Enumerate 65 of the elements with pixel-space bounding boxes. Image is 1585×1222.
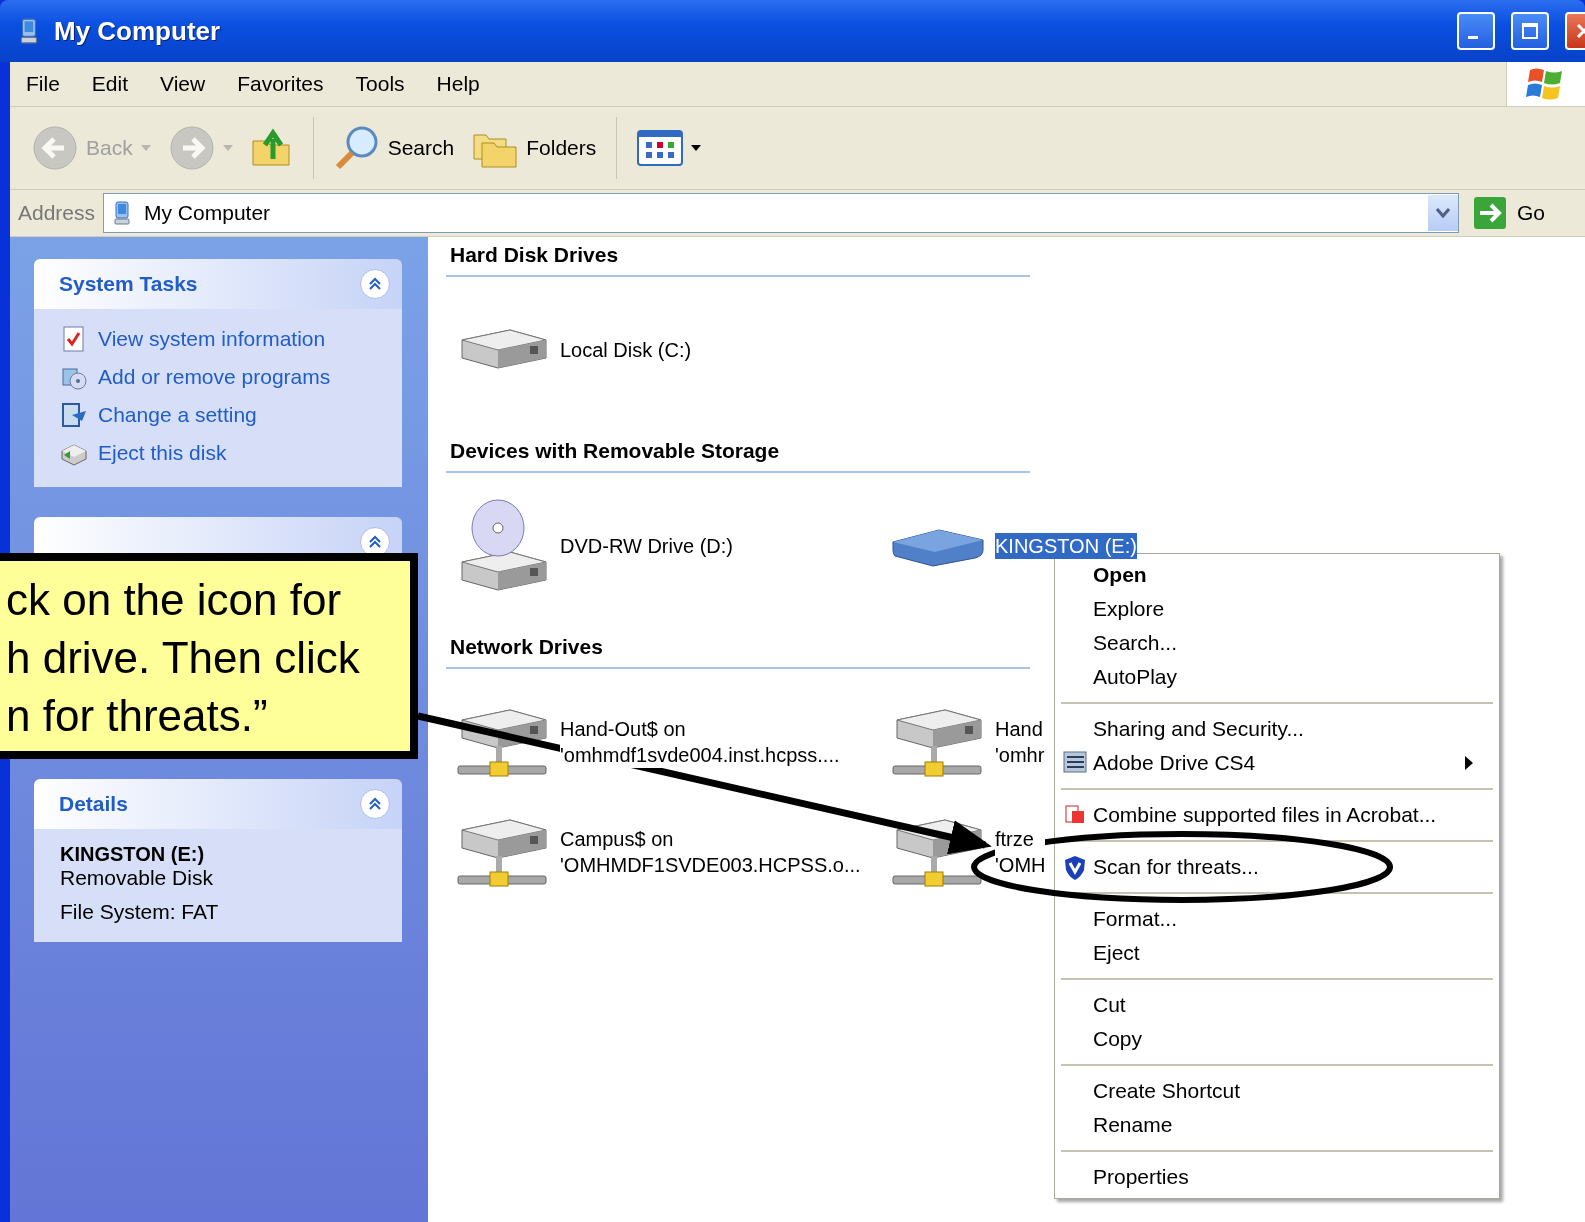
shield-icon	[1063, 855, 1087, 881]
chevron-icon	[1436, 208, 1450, 218]
menu-item[interactable]: AutoPlay	[1055, 660, 1499, 694]
dropdown-button[interactable]	[1428, 195, 1458, 231]
menu-item[interactable]: Rename	[1055, 1108, 1487, 1142]
address-label: Address	[18, 201, 96, 225]
folder-up-icon	[250, 127, 293, 169]
caret-icon	[691, 145, 702, 151]
maximize-button[interactable]	[1511, 12, 1549, 50]
views-icon	[637, 130, 684, 166]
menu-item[interactable]: Tools	[339, 72, 421, 96]
menu-item[interactable]: Adobe Drive CS4	[1055, 746, 1487, 780]
caret-icon	[222, 145, 233, 151]
section-header: Devices with Removable Storage	[446, 439, 1030, 473]
minimize-icon	[1468, 35, 1478, 39]
menu-item[interactable]: Scan for threats...	[1055, 850, 1487, 884]
address-field[interactable]: My Computer	[103, 193, 1459, 233]
task-link[interactable]: Change a setting	[60, 399, 382, 431]
search-button[interactable]: Search	[327, 121, 461, 175]
menu-item[interactable]: Copy	[1055, 1022, 1487, 1056]
menu-item[interactable]: Edit	[75, 72, 145, 96]
search-icon	[333, 125, 380, 171]
menu-item[interactable]: Cut	[1055, 988, 1487, 1022]
chevron-icon	[368, 535, 382, 549]
callout-text: h drive. Then click	[6, 632, 361, 684]
file-system: File System: FAT	[60, 900, 220, 924]
folders-button[interactable]: Folders	[466, 123, 603, 173]
task-link[interactable]: Eject this disk	[60, 437, 382, 469]
document-icon	[1063, 803, 1087, 825]
drive-type: Removable Disk	[60, 866, 214, 890]
minimize-button[interactable]	[1457, 12, 1495, 50]
drive-name: KINGSTON (E:)	[60, 843, 206, 866]
submenu-arrow-icon	[1465, 756, 1473, 770]
collapse-button[interactable]	[360, 269, 390, 299]
menu-item[interactable]: View	[144, 72, 222, 96]
menu-item[interactable]: Create Shortcut	[1055, 1074, 1487, 1108]
caret-icon	[140, 145, 151, 151]
callout-text: ck on the icon for	[6, 574, 343, 626]
menu-item[interactable]: Format...	[1055, 902, 1487, 936]
control-panel-icon	[60, 401, 88, 429]
window-title: My Computer	[54, 15, 222, 47]
menu-item[interactable]: Explore	[1055, 592, 1499, 626]
menu-item[interactable]: Favorites	[221, 72, 340, 96]
menu-item[interactable]: Sharing and Security...	[1055, 712, 1487, 746]
panel-header: Details	[34, 779, 402, 829]
task-link[interactable]: Add or remove programs	[60, 361, 382, 393]
panel-header: System Tasks	[34, 259, 402, 309]
menu-item[interactable]: Open	[1055, 558, 1499, 592]
collapse-button[interactable]	[360, 789, 390, 819]
menu-item[interactable]: Eject	[1055, 936, 1487, 970]
section-header: Hard Disk Drives	[446, 243, 1030, 277]
maximize-icon	[1521, 22, 1539, 40]
drive-label[interactable]: KINGSTON (E:)	[995, 533, 1137, 559]
section-header: Network Drives	[446, 635, 1030, 669]
callout-text: n for threats.”	[6, 690, 269, 742]
go-button[interactable]: Go	[1467, 196, 1585, 230]
chevron-icon	[368, 277, 382, 291]
chevron-icon	[368, 797, 382, 811]
menu-item[interactable]: File	[10, 72, 76, 96]
menu-item[interactable]: Help	[420, 72, 496, 96]
list-icon	[1063, 751, 1087, 773]
task-link[interactable]: View system information	[60, 323, 382, 355]
menu-item[interactable]: Search...	[1055, 626, 1499, 660]
menu-item[interactable]: Properties	[1055, 1160, 1487, 1194]
menu-item[interactable]: Combine supported files in Acrobat...	[1055, 798, 1487, 832]
